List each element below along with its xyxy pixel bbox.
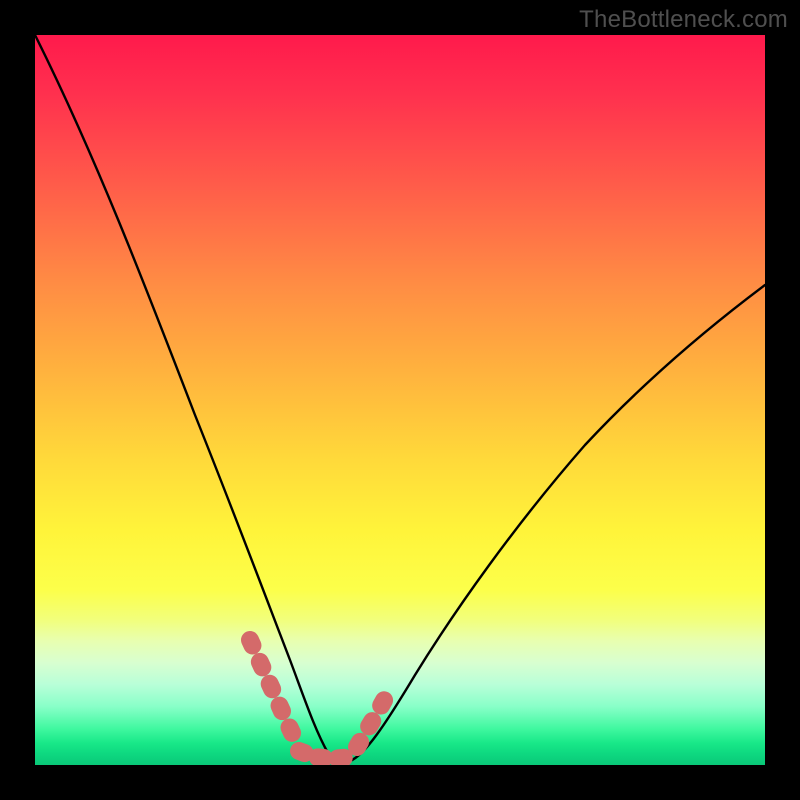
curve-layer <box>35 35 765 765</box>
bottleneck-curve <box>35 35 765 762</box>
watermark-text: TheBottleneck.com <box>579 6 788 34</box>
chart-frame: TheBottleneck.com <box>0 0 800 800</box>
highlight-bottom <box>299 751 351 759</box>
plot-area <box>35 35 765 765</box>
